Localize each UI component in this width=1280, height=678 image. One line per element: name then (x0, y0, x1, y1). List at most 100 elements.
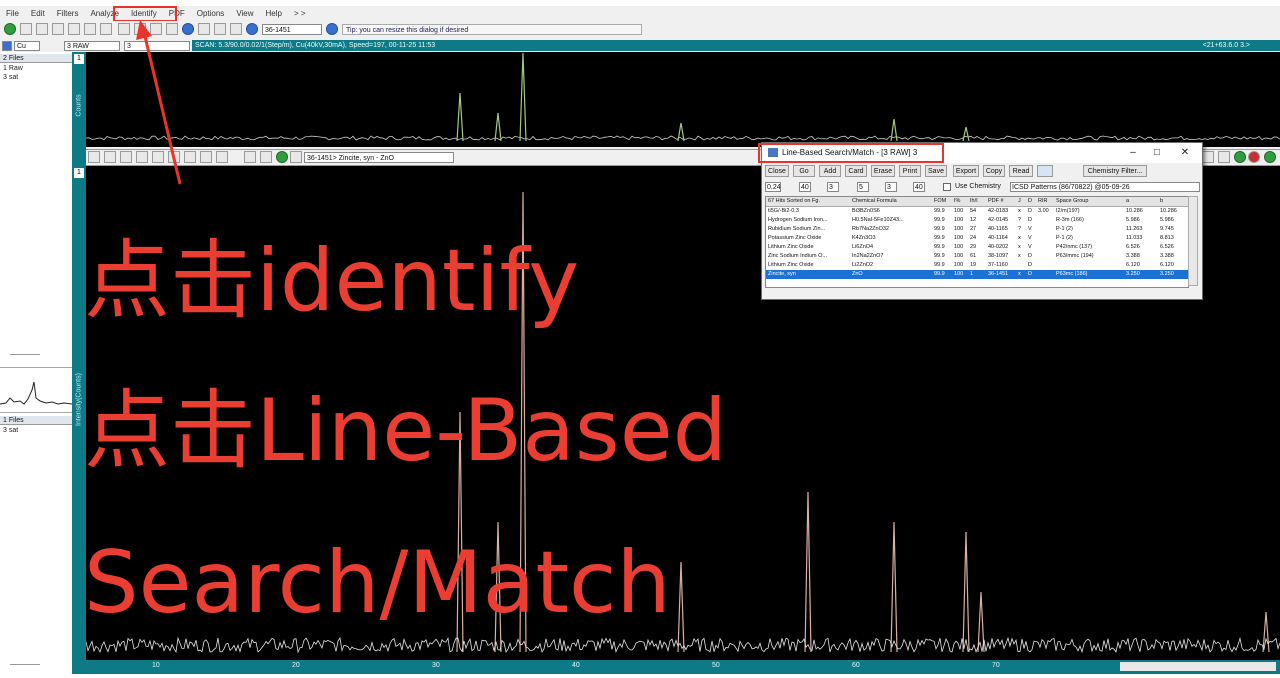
column-header[interactable]: Chemical Formula (852, 197, 932, 206)
table-cell: 29 (970, 244, 977, 250)
param-field[interactable]: 40 (799, 182, 811, 192)
zoom-controls[interactable] (1120, 662, 1276, 671)
bars-icon[interactable] (1218, 151, 1230, 163)
updown-icon[interactable] (36, 23, 48, 35)
table-row[interactable]: Lithium Zinc Oxide Li2ZnO2 99.9 100 19 37-116… (766, 261, 1188, 270)
table-scrollbar[interactable] (1188, 196, 1198, 286)
zoom-in-icon[interactable] (88, 151, 100, 163)
card-icon[interactable] (290, 151, 302, 163)
pdf-card-combo[interactable]: 36-1451 (262, 24, 322, 35)
menu-file[interactable]: File (0, 6, 25, 21)
column-header[interactable]: FOM (934, 197, 952, 206)
table-row[interactable]: Lithium Zinc Oxide Li6ZnO4 99.9 100 29 40-020… (766, 243, 1188, 252)
param-field[interactable]: 40 (913, 182, 925, 192)
table-row[interactable]: Potassium Zinc Oxide K4Zn3O3 99.9 100 24 40-1… (766, 234, 1188, 243)
table-row[interactable]: Rubidium Sodium Zin... Rb7Na2ZnO32 99.9 100… (766, 225, 1188, 234)
file-item[interactable]: 3 sat (3, 427, 18, 434)
help2-icon[interactable] (1264, 151, 1276, 163)
open-icon[interactable] (52, 23, 64, 35)
refresh-icon[interactable] (216, 151, 228, 163)
menu-help[interactable]: Help (260, 6, 288, 21)
erase-button[interactable]: Erase (871, 165, 895, 177)
menu-more[interactable]: > > (288, 6, 312, 21)
table-cell: 38-1097 (988, 253, 1009, 259)
table-cell: 100 (954, 244, 964, 250)
maximize-icon[interactable]: □ (1150, 146, 1164, 160)
column-header[interactable]: b (1160, 197, 1188, 206)
read-button[interactable]: Read (1009, 165, 1033, 177)
lock-icon[interactable] (1202, 151, 1214, 163)
overview-plot[interactable] (85, 52, 1280, 147)
use-chemistry-checkbox[interactable] (943, 183, 951, 191)
splitter[interactable] (10, 664, 40, 665)
table-cell: 99.9 (934, 271, 945, 277)
scan-combo[interactable]: 3 RAW (64, 41, 120, 51)
file-item[interactable]: 1 Raw (3, 65, 23, 72)
table-row[interactable]: Zincite, syn ZnO 99.9 100 1 36-1451 x D P63mc (1… (766, 270, 1188, 279)
table-row[interactable]: Zinc Sodium Indium O... In2Na2ZnO7 99.9 100… (766, 252, 1188, 261)
log-icon[interactable] (200, 151, 212, 163)
chemistry-filter-button[interactable]: Chemistry Filter... (1083, 165, 1147, 177)
table-row[interactable]: ti5G/-Bi2-0.3 Bi3BZn0S6 99.9 100 54 42-0183 x D… (766, 207, 1188, 216)
stop-icon[interactable] (1248, 151, 1260, 163)
peak-icon[interactable] (118, 23, 130, 35)
table-cell: 6.526 (1126, 244, 1140, 250)
save-icon[interactable] (68, 23, 80, 35)
panel-icon[interactable] (2, 41, 12, 51)
close-icon[interactable]: ✕ (1178, 146, 1192, 160)
column-header[interactable]: RIR (1038, 197, 1054, 206)
copy-button[interactable]: Copy (983, 165, 1005, 177)
column-header[interactable]: D (1028, 197, 1036, 206)
sort-icon[interactable] (1037, 165, 1053, 177)
help-icon[interactable] (326, 23, 338, 35)
menu-edit[interactable]: Edit (25, 6, 51, 21)
files-header-bottom: 1 Files (0, 416, 72, 425)
column-header[interactable]: Ih/I (970, 197, 986, 206)
menu-view[interactable]: View (230, 6, 259, 21)
zoom-out-icon[interactable] (104, 151, 116, 163)
param-field[interactable]: 3 (827, 182, 839, 192)
column-header[interactable]: a (1126, 197, 1154, 206)
close-button[interactable]: Close (765, 165, 789, 177)
export-icon[interactable] (230, 23, 242, 35)
pattern-thumbnail[interactable] (0, 367, 73, 413)
param-field[interactable]: 3 (885, 182, 897, 192)
card-button[interactable]: Card (845, 165, 867, 177)
minimize-icon[interactable]: – (1126, 146, 1140, 160)
add-button[interactable]: Add (819, 165, 841, 177)
column-header[interactable]: 67 Hits Sorted on Fg. (768, 197, 848, 206)
column-header[interactable]: PDF # (988, 197, 1016, 206)
radiation-combo[interactable]: Cu (14, 41, 40, 51)
table-row[interactable]: Hydrogen Sodium Iron... H0.5NaI-5Fe10Z43.… (766, 216, 1188, 225)
label-icon[interactable] (214, 23, 226, 35)
splitter[interactable] (10, 354, 40, 355)
marker-icon[interactable] (198, 23, 210, 35)
peak-mark (677, 561, 685, 653)
go-icon[interactable] (276, 151, 288, 163)
column-header[interactable]: Space Group (1056, 197, 1116, 206)
table-cell: Li2ZnO2 (852, 262, 874, 268)
menu-filters[interactable]: Filters (51, 6, 85, 21)
column-header[interactable]: J (1018, 197, 1026, 206)
copy-icon[interactable] (100, 23, 112, 35)
x-tick: 30 (432, 662, 440, 669)
export-button[interactable]: Export (953, 165, 979, 177)
column-header[interactable]: I% (954, 197, 968, 206)
overlay-card-combo[interactable]: 36-1451> Zincite, syn - ZnO (304, 152, 454, 163)
grid-icon[interactable] (244, 151, 256, 163)
print-icon[interactable] (84, 23, 96, 35)
save-button[interactable]: Save (925, 165, 947, 177)
go-button[interactable]: Go (793, 165, 815, 177)
print-plot-icon[interactable] (260, 151, 272, 163)
menu-options[interactable]: Options (191, 6, 231, 21)
tool-icon[interactable] (20, 23, 32, 35)
run-icon[interactable] (4, 23, 16, 35)
print-button[interactable]: Print (899, 165, 921, 177)
file-item[interactable]: 3 sat (3, 74, 18, 81)
database-select[interactable]: ICSD Patterns (86/70822) @05-09-26 (1010, 182, 1200, 192)
globe-icon[interactable] (246, 23, 258, 35)
param-field[interactable]: 0.24 (765, 182, 781, 192)
bottom-margin (0, 674, 1280, 678)
ok-icon[interactable] (1234, 151, 1246, 163)
param-field[interactable]: 5 (857, 182, 869, 192)
